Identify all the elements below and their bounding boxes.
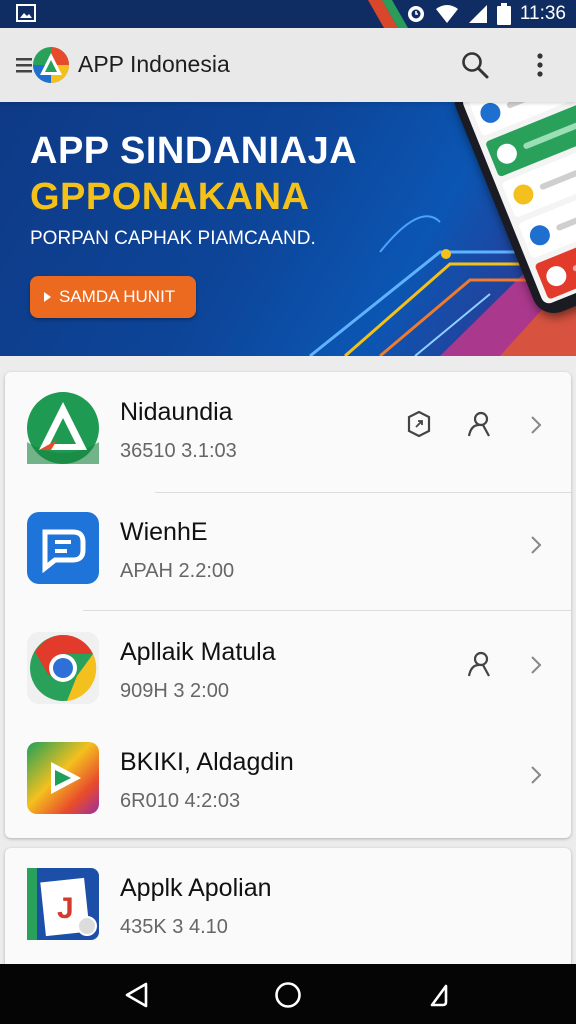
banner-headline-1: APP SINDANIAJA [30,130,358,172]
list-item[interactable]: Apllaik Matula 909H 3 2:00 [5,612,571,730]
app-meta: 36510 3.1:03 [120,440,237,462]
wifi-icon [435,5,458,23]
list-item[interactable]: BKIKI, Aldagdin 6R010 4:2:03 [5,722,571,840]
battery-icon [496,3,511,25]
home-icon[interactable] [273,980,303,1010]
app-name: Nidaundia [120,398,233,426]
promo-banner[interactable]: APP SINDANIAJA GPPONAKANA PORPAN CAPHAK … [0,102,576,356]
app-logo-icon [33,47,69,83]
status-time: 11:36 [519,3,566,24]
chevron-right-icon [531,416,542,434]
image-icon [16,4,36,22]
status-bar: 11:36 [0,0,576,28]
more-vert-icon[interactable] [530,50,550,80]
app-list-card: Nidaundia 36510 3.1:03 WienhE APAH 2.2:0… [5,372,571,838]
screen: 11:36 APP Indonesia APP SINDANIAJA GPPON… [0,0,576,1024]
svg-text:J: J [57,892,74,925]
person-icon[interactable] [465,410,493,438]
banner-subtitle: PORPAN CAPHAK PIAMCAAND. [30,228,316,249]
banner-cta-button[interactable]: SAMDA HUNIT [30,276,196,318]
green-triangle-app-icon [27,392,99,464]
app-meta: 435K 3 4.10 [120,916,228,938]
back-icon[interactable] [122,980,152,1010]
app-title: APP Indonesia [78,51,230,77]
list-item[interactable]: J Applk Apolian 435K 3 4.10 [5,848,571,966]
app-name: WienhE [120,518,208,546]
app-meta: APAH 2.2:00 [120,560,235,582]
app-name: Apllaik Matula [120,638,276,666]
banner-headline-2: GPPONAKANA [30,176,310,218]
search-icon[interactable] [460,50,490,80]
recents-icon[interactable] [424,980,454,1010]
app-bar: APP Indonesia [0,28,576,102]
app-meta: 909H 3 2:00 [120,680,229,702]
book-app-icon: J [27,868,99,940]
system-nav-bar [0,964,576,1024]
list-item[interactable]: Nidaundia 36510 3.1:03 [5,372,571,490]
blue-chat-app-icon [27,512,99,584]
share-icon[interactable] [405,410,433,438]
signal-icon [468,5,487,23]
status-icons: 11:36 [406,3,566,25]
app-name: Applk Apolian [120,874,272,902]
play-icon [44,292,51,302]
banner-cta-label: SAMDA HUNIT [59,287,176,306]
divider [83,610,571,611]
chevron-right-icon [531,656,542,674]
chevron-right-icon [531,536,542,554]
alarm-icon [407,6,424,22]
app-name: BKIKI, Aldagdin [120,748,294,776]
app-meta: 6R010 4:2:03 [120,790,241,812]
play-store-app-icon [27,742,99,814]
chrome-app-icon [27,632,99,704]
person-icon[interactable] [465,650,493,678]
status-bar-decoration [368,0,408,28]
list-item[interactable]: WienhE APAH 2.2:00 [5,492,571,610]
chevron-right-icon [531,766,542,784]
